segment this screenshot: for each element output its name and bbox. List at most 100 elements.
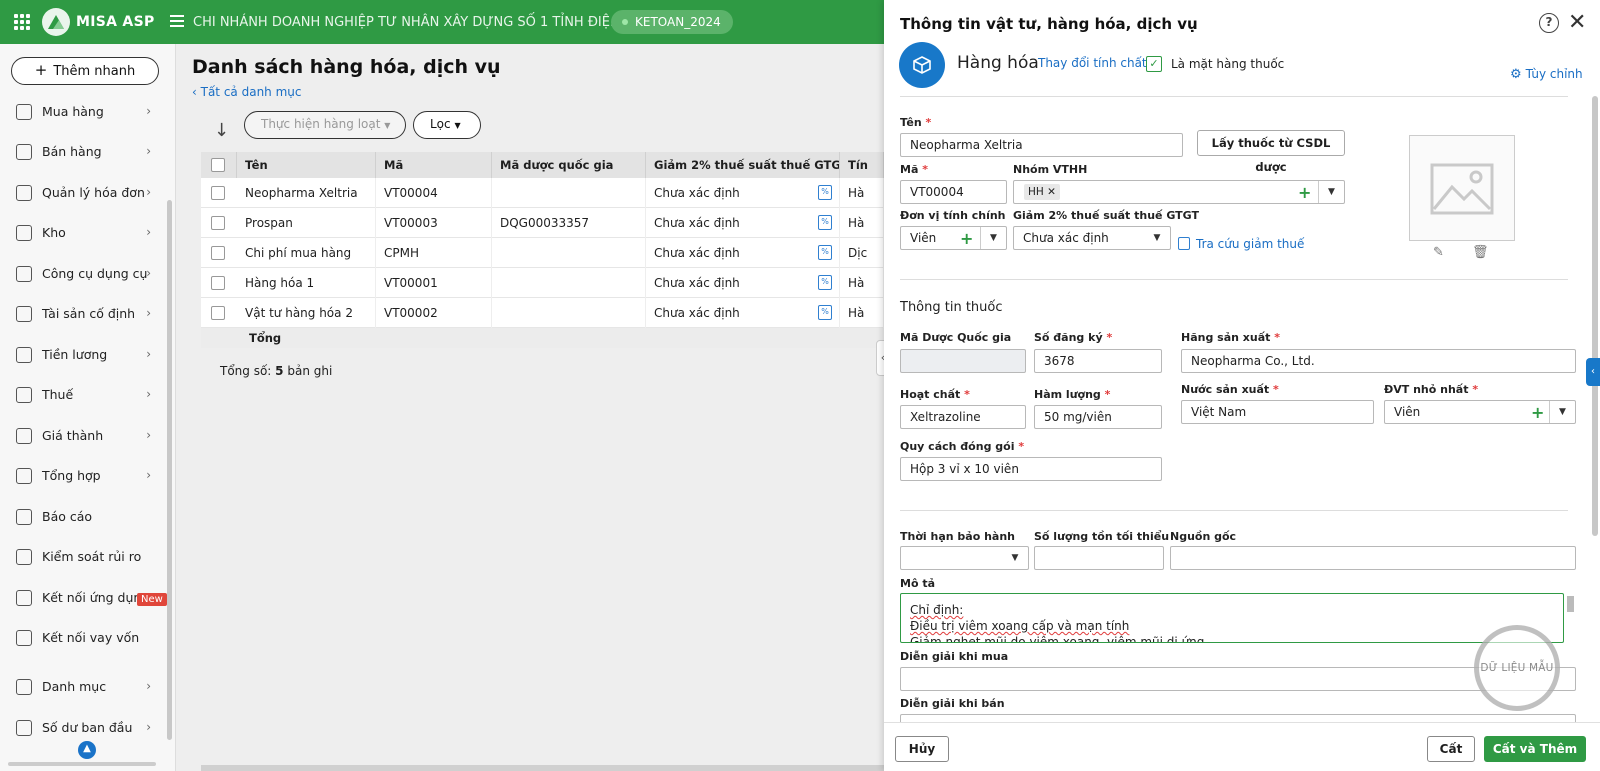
- image-placeholder[interactable]: [1409, 135, 1515, 241]
- manufacturer-input[interactable]: Neopharma Co., Ltd.: [1181, 349, 1576, 373]
- edit-image-icon[interactable]: ✎: [1433, 245, 1444, 260]
- select-all-checkbox[interactable]: [211, 158, 225, 172]
- group-multiselect[interactable]: HH ✕ + ▼: [1013, 180, 1345, 204]
- country-input[interactable]: Việt Nam: [1181, 400, 1374, 424]
- sidebar-item-payroll[interactable]: Tiền lương ›: [0, 339, 165, 371]
- delete-image-icon[interactable]: 🗑: [1472, 245, 1489, 260]
- sidebar-item-opening-balance[interactable]: Số dư ban đầu ›: [0, 712, 165, 744]
- add-min-unit-icon[interactable]: +: [1531, 402, 1544, 423]
- min-unit-select[interactable]: Viên + ▼: [1384, 400, 1576, 424]
- sidebar-item-purchase[interactable]: Mua hàng ›: [0, 96, 165, 128]
- reg-no-input[interactable]: 3678: [1034, 349, 1162, 373]
- origin-input[interactable]: [1170, 546, 1576, 570]
- hamburger-menu-icon[interactable]: [170, 15, 184, 27]
- add-group-icon[interactable]: +: [1298, 182, 1311, 203]
- tax-lookup-icon[interactable]: %: [818, 305, 832, 320]
- caret-down-icon[interactable]: ▼: [1549, 401, 1575, 423]
- unit-select[interactable]: Viên + ▼: [900, 226, 1007, 250]
- back-link[interactable]: ‹ Tất cả danh mục: [192, 85, 301, 99]
- save-button[interactable]: Cất: [1427, 736, 1475, 762]
- row-checkbox[interactable]: [211, 246, 225, 260]
- column-header-national-code[interactable]: Mã dược quốc gia: [492, 152, 646, 178]
- sidebar-item-label: Mua hàng: [42, 104, 104, 119]
- filter-dropdown[interactable]: Lọc ▼: [413, 111, 481, 139]
- table-row[interactable]: Prospan VT00003 DQG00033357 Chưa xác địn…: [201, 208, 884, 238]
- tax-lookup-icon[interactable]: %: [818, 275, 832, 290]
- row-checkbox[interactable]: [211, 276, 225, 290]
- sidebar-scrollbar[interactable]: [167, 200, 172, 740]
- quick-add-button[interactable]: + Thêm nhanh: [11, 57, 159, 85]
- sort-icon[interactable]: ↓: [214, 120, 229, 141]
- caret-down-icon[interactable]: ▼: [1318, 181, 1344, 203]
- side-expand-tab[interactable]: ‹: [1586, 358, 1600, 386]
- description-line: Chỉ định:: [910, 603, 964, 617]
- caret-down-icon[interactable]: ▼: [980, 227, 1006, 249]
- min-stock-input[interactable]: [1034, 546, 1164, 570]
- tax-reduction-select[interactable]: Chưa xác định ▼: [1013, 226, 1171, 250]
- collapse-sidebar-icon[interactable]: ▲: [78, 741, 96, 759]
- sidebar-item-invoices[interactable]: Quản lý hóa đơn ›: [0, 177, 165, 209]
- tax-lookup-link[interactable]: Tra cứu giảm thuế: [1178, 237, 1304, 251]
- customize-button[interactable]: ⚙ Tùy chỉnh: [1510, 67, 1583, 82]
- chevron-right-icon: ›: [146, 720, 151, 734]
- sidebar-item-risk[interactable]: Kiểm soát rủi ro: [0, 541, 165, 573]
- sidebar-item-categories[interactable]: Danh mục ›: [0, 671, 165, 703]
- sidebar-item-summary[interactable]: Tổng hợp ›: [0, 460, 165, 492]
- is-drug-checkbox[interactable]: ✓: [1146, 56, 1162, 72]
- column-header-code[interactable]: Mã: [376, 152, 492, 178]
- column-header-name[interactable]: Tên: [237, 152, 376, 178]
- cell-code: VT00004: [376, 178, 492, 208]
- code-input[interactable]: VT00004: [900, 180, 1007, 204]
- min-stock-label: Số lượng tồn tối thiểu: [1034, 530, 1170, 543]
- bulk-action-dropdown[interactable]: Thực hiện hàng loạt ▼: [244, 111, 406, 139]
- tax-lookup-icon[interactable]: %: [818, 185, 832, 200]
- add-unit-icon[interactable]: +: [960, 228, 973, 249]
- lookup-drug-db-button[interactable]: Lấy thuốc từ CSDL dược: [1197, 130, 1345, 174]
- row-checkbox[interactable]: [211, 216, 225, 230]
- caret-down-icon[interactable]: ▼: [1002, 547, 1028, 569]
- sidebar-item-fixed-assets[interactable]: Tài sản cố định ›: [0, 298, 165, 330]
- table-row[interactable]: Hàng hóa 1 VT00001 Chưa xác định % Hà: [201, 268, 884, 298]
- warehouse-icon: [16, 225, 32, 241]
- national-code-input[interactable]: [900, 349, 1026, 373]
- panel-scrollbar[interactable]: [1592, 96, 1598, 536]
- app-grid-icon[interactable]: [14, 14, 30, 30]
- content-input[interactable]: 50 mg/viên: [1034, 405, 1162, 429]
- save-and-add-button[interactable]: Cất và Thêm: [1484, 736, 1586, 762]
- sidebar-item-sales[interactable]: Bán hàng ›: [0, 136, 165, 168]
- description-textarea[interactable]: Chỉ định: Điều trị viêm xoang cấp và mạn…: [900, 593, 1564, 643]
- tax-lookup-icon[interactable]: %: [818, 245, 832, 260]
- sidebar-horizontal-scrollbar[interactable]: [8, 762, 156, 766]
- caret-down-icon[interactable]: ▼: [1144, 227, 1170, 249]
- change-nature-link[interactable]: Thay đổi tính chất: [1038, 56, 1147, 70]
- packing-input[interactable]: Hộp 3 vỉ x 10 viên: [900, 457, 1162, 481]
- tax-lookup-icon[interactable]: %: [818, 215, 832, 230]
- name-input[interactable]: Neopharma Xeltria: [900, 133, 1183, 157]
- sidebar-item-tools[interactable]: Công cụ dụng cụ ›: [0, 258, 165, 290]
- database-chip[interactable]: KETOAN_2024: [611, 10, 733, 34]
- close-icon[interactable]: ✕: [1568, 10, 1586, 35]
- sidebar-item-reports[interactable]: Báo cáo: [0, 501, 165, 533]
- table-row[interactable]: Chi phí mua hàng CPMH Chưa xác định % Dị…: [201, 238, 884, 268]
- ingredient-input[interactable]: Xeltrazoline: [900, 405, 1026, 429]
- row-checkbox[interactable]: [211, 306, 225, 320]
- table-row[interactable]: Vật tư hàng hóa 2 VT00002 Chưa xác định …: [201, 298, 884, 328]
- warranty-select[interactable]: ▼: [900, 546, 1029, 570]
- column-header-nature[interactable]: Tín: [840, 152, 884, 178]
- bulk-action-label: Thực hiện hàng loạt: [261, 117, 381, 131]
- company-name[interactable]: CHI NHÁNH DOANH NGHIỆP TƯ NHÂN XÂY DỰNG …: [193, 15, 622, 30]
- table-horizontal-scrollbar[interactable]: [201, 765, 884, 771]
- cancel-button[interactable]: Hủy: [895, 736, 949, 762]
- column-header-tax-reduction[interactable]: Giảm 2% thuế suất thuế GTGT: [646, 152, 840, 178]
- sidebar-item-costing[interactable]: Giá thành ›: [0, 420, 165, 452]
- sidebar-item-tax[interactable]: Thuế ›: [0, 379, 165, 411]
- bag-icon: [16, 104, 32, 120]
- sidebar-item-loan[interactable]: Kết nối vay vốn: [0, 622, 165, 654]
- description-scrollbar[interactable]: [1567, 596, 1574, 612]
- total-row: Tổng: [201, 328, 884, 348]
- table-row[interactable]: Neopharma Xeltria VT00004 Chưa xác định …: [201, 178, 884, 208]
- remove-tag-icon[interactable]: ✕: [1047, 186, 1056, 198]
- row-checkbox[interactable]: [211, 186, 225, 200]
- sidebar-item-warehouse[interactable]: Kho ›: [0, 217, 165, 249]
- help-icon[interactable]: ?: [1539, 13, 1559, 33]
